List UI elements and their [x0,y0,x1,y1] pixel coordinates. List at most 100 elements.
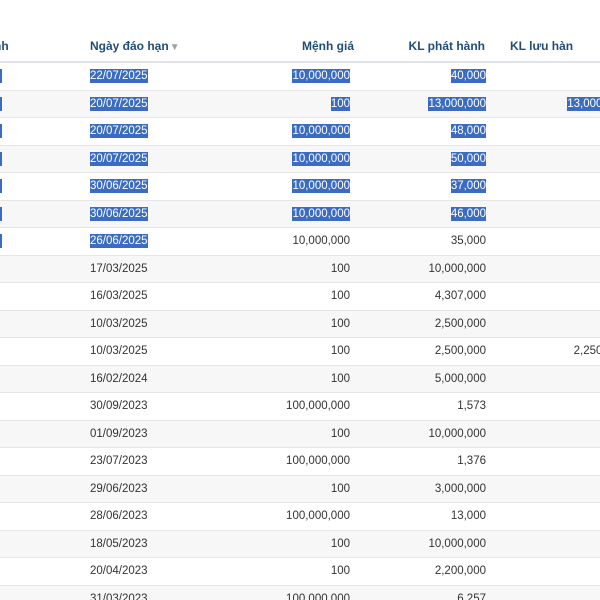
cell-maturity-date: 20/07/2025 [90,118,190,145]
cell-face-value: 100 [220,476,350,503]
cell-face-value: 100 [220,91,350,118]
cell-issued-volume: 13,000 [360,503,486,530]
cell-issued-volume: 40,000 [360,63,486,90]
sort-down-icon[interactable]: ▼ [170,42,180,53]
header-issued-volume[interactable]: KL phát hành [360,31,485,61]
cell-issued-volume: 6,257 [360,586,486,600]
cell-face-value: 100 [220,366,350,393]
cell-face-value: 10,000,000 [220,228,350,255]
table-row[interactable]: 20/07/2025 100 13,000,000 13,000,0 [0,90,600,118]
header-face-value[interactable]: Mệnh giá [230,31,354,61]
cell-issue-date [0,503,2,530]
cell-issued-volume: 1,376 [360,448,486,475]
table-row[interactable]: 31/03/2023 100,000,000 6,257 [0,585,600,600]
cell-issue-date-selection [0,151,2,166]
cell-face-value: 100,000,000 [220,503,350,530]
cell-maturity-date: 10/03/2025 [90,338,190,365]
cell-face-value: 10,000,000 [220,173,350,200]
cell-issued-volume-value: 4,307,000 [434,290,486,302]
cell-issued-volume: 35,000 [360,228,486,255]
table-row[interactable]: 16/02/2024 100 5,000,000 [0,365,600,393]
table-row[interactable]: 10/03/2025 100 2,500,000 [0,310,600,338]
cell-face-value: 100 [220,338,350,365]
cell-issue-date [0,256,2,283]
cell-maturity-date-value: 01/09/2023 [90,427,148,440]
cell-face-value-value: 100 [330,290,350,302]
cell-maturity-date: 23/07/2023 [90,448,190,475]
table-row[interactable]: 10/03/2025 100 2,500,000 2,250,0 [0,338,600,366]
cell-maturity-date-value: 16/03/2025 [90,290,148,302]
cell-issue-date-selection [0,179,2,193]
table-row[interactable]: 16/03/2025 100 4,307,000 [0,283,600,311]
cell-face-value: 100,000,000 [220,393,350,420]
cell-maturity-date: 16/02/2024 [90,366,190,393]
cell-face-value-value: 100 [330,345,350,357]
cell-maturity-date-value: 20/07/2025 [90,124,148,138]
cell-issued-volume: 4,307,000 [360,283,486,310]
cell-face-value-value: 100 [330,372,350,385]
table-row[interactable]: 30/06/2025 10,000,000 37,000 [0,173,600,201]
cell-issued-volume: 3,000,000 [360,476,486,503]
cell-maturity-date: 30/06/2025 [90,201,190,228]
cell-maturity-date: 30/09/2023 [90,393,190,420]
cell-maturity-date-value: 23/07/2023 [90,455,148,467]
cell-maturity-date: 28/06/2023 [90,503,190,530]
cell-issue-date [0,393,2,420]
table-row[interactable]: 30/09/2023 100,000,000 1,573 [0,393,600,421]
table-row[interactable]: 01/09/2023 100 10,000,000 [0,420,600,448]
cell-face-value-value: 10,000,000 [292,124,350,138]
cell-issued-volume-value: 10,000,000 [428,537,486,550]
cell-face-value: 10,000,000 [220,146,350,173]
cell-maturity-date-value: 29/06/2023 [90,482,148,495]
cell-issue-date [0,338,2,365]
cell-face-value: 10,000,000 [220,118,350,145]
cell-maturity-date: 01/09/2023 [90,421,190,448]
table-row[interactable]: 20/04/2023 100 2,200,000 [0,558,600,586]
table-row[interactable]: 30/06/2025 10,000,000 46,000 [0,200,600,228]
cell-maturity-date-value: 20/07/2025 [90,96,148,111]
table-row[interactable]: 23/07/2023 100,000,000 1,376 [0,448,600,476]
cell-issued-volume-value: 1,573 [457,400,486,412]
table-row[interactable]: 20/07/2025 10,000,000 50,000 [0,145,600,173]
cell-maturity-date: 20/07/2025 [90,146,190,173]
cell-issued-volume: 50,000 [360,146,486,173]
table-row[interactable]: 20/07/2025 10,000,000 48,000 [0,118,600,146]
cell-maturity-date: 10/03/2025 [90,311,190,338]
cell-outstanding-volume-value: 13,000,0 [567,96,600,111]
cell-face-value-value: 10,000,000 [292,151,350,166]
cell-issue-date [0,91,2,118]
cell-face-value: 10,000,000 [220,63,350,90]
cell-issued-volume: 10,000,000 [360,421,486,448]
cell-maturity-date: 20/04/2023 [90,558,190,585]
cell-face-value-value: 10,000,000 [292,179,350,193]
cell-issue-date-selection [0,206,2,221]
cell-issue-date [0,173,2,200]
table-row[interactable]: 17/03/2025 100 10,000,000 [0,255,600,283]
cell-issued-volume: 37,000 [360,173,486,200]
header-maturity-date-label: Ngày đáo hạn [90,39,169,53]
cell-face-value-value: 100 [330,482,350,495]
table-row[interactable]: 28/06/2023 100,000,000 13,000 [0,503,600,531]
table-row[interactable]: 18/05/2023 100 10,000,000 [0,530,600,558]
cell-face-value: 100 [220,256,350,283]
table-row[interactable]: 22/07/2025 10,000,000 40,000 [0,63,600,91]
header-issue-date[interactable]: hành [0,31,9,61]
cell-issued-volume-value: 10,000,000 [428,427,486,440]
cell-issue-date [0,201,2,228]
cell-face-value-value: 10,000,000 [292,69,350,83]
cell-face-value-value: 100 [330,565,350,577]
cell-issued-volume-value: 48,000 [450,124,486,138]
cell-issued-volume-value: 3,000,000 [434,482,486,495]
cell-face-value: 100,000,000 [220,586,350,600]
table-row[interactable]: 29/06/2023 100 3,000,000 [0,475,600,503]
cell-issue-date-selection [0,124,2,138]
header-outstanding-volume[interactable]: KL lưu hàn [510,31,573,61]
table-row[interactable]: 26/06/2025 10,000,000 35,000 [0,228,600,256]
cell-issued-volume: 10,000,000 [360,531,486,558]
cell-outstanding-volume-value: 2,250,0 [573,345,600,357]
cell-issue-date [0,311,2,338]
cell-maturity-date-value: 10/03/2025 [90,345,148,357]
cell-maturity-date-value: 18/05/2023 [90,537,148,550]
header-maturity-date[interactable]: Ngày đáo hạn▼ [90,31,180,61]
cell-issue-date [0,146,2,173]
